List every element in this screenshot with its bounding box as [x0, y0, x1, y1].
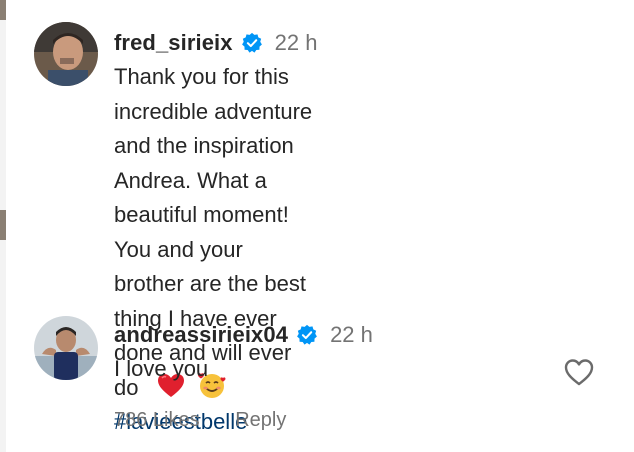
comment-text: I love you [114, 356, 209, 381]
avatar[interactable] [34, 316, 98, 380]
username[interactable]: fred_sirieix [114, 30, 233, 56]
comment-actions: 786 Likes Reply [114, 409, 286, 432]
comment-meta: fred_sirieix 22 h [114, 30, 317, 56]
verified-badge-icon [297, 324, 317, 345]
likes-count[interactable]: 786 Likes [114, 409, 200, 432]
timestamp[interactable]: 22 h [275, 30, 318, 56]
username[interactable]: andreassirieix04 [114, 322, 288, 348]
left-edge-strip [0, 0, 6, 452]
heart-outline-icon[interactable] [563, 357, 595, 387]
edge-notch [0, 0, 6, 20]
edge-notch [0, 210, 6, 240]
comment-line: beautiful moment! You and your [114, 202, 289, 262]
comment-body: andreassirieix04 22 h I love you [114, 322, 373, 387]
verified-badge-icon [241, 32, 262, 53]
reply-button[interactable]: Reply [235, 409, 286, 432]
timestamp[interactable]: 22 h [330, 322, 373, 348]
avatar[interactable] [34, 22, 98, 86]
comment-meta: andreassirieix04 22 h [114, 322, 373, 348]
comment-line: Thank you for this incredible adventure [114, 64, 313, 124]
comment-line: and the inspiration Andrea. What a [114, 133, 294, 193]
